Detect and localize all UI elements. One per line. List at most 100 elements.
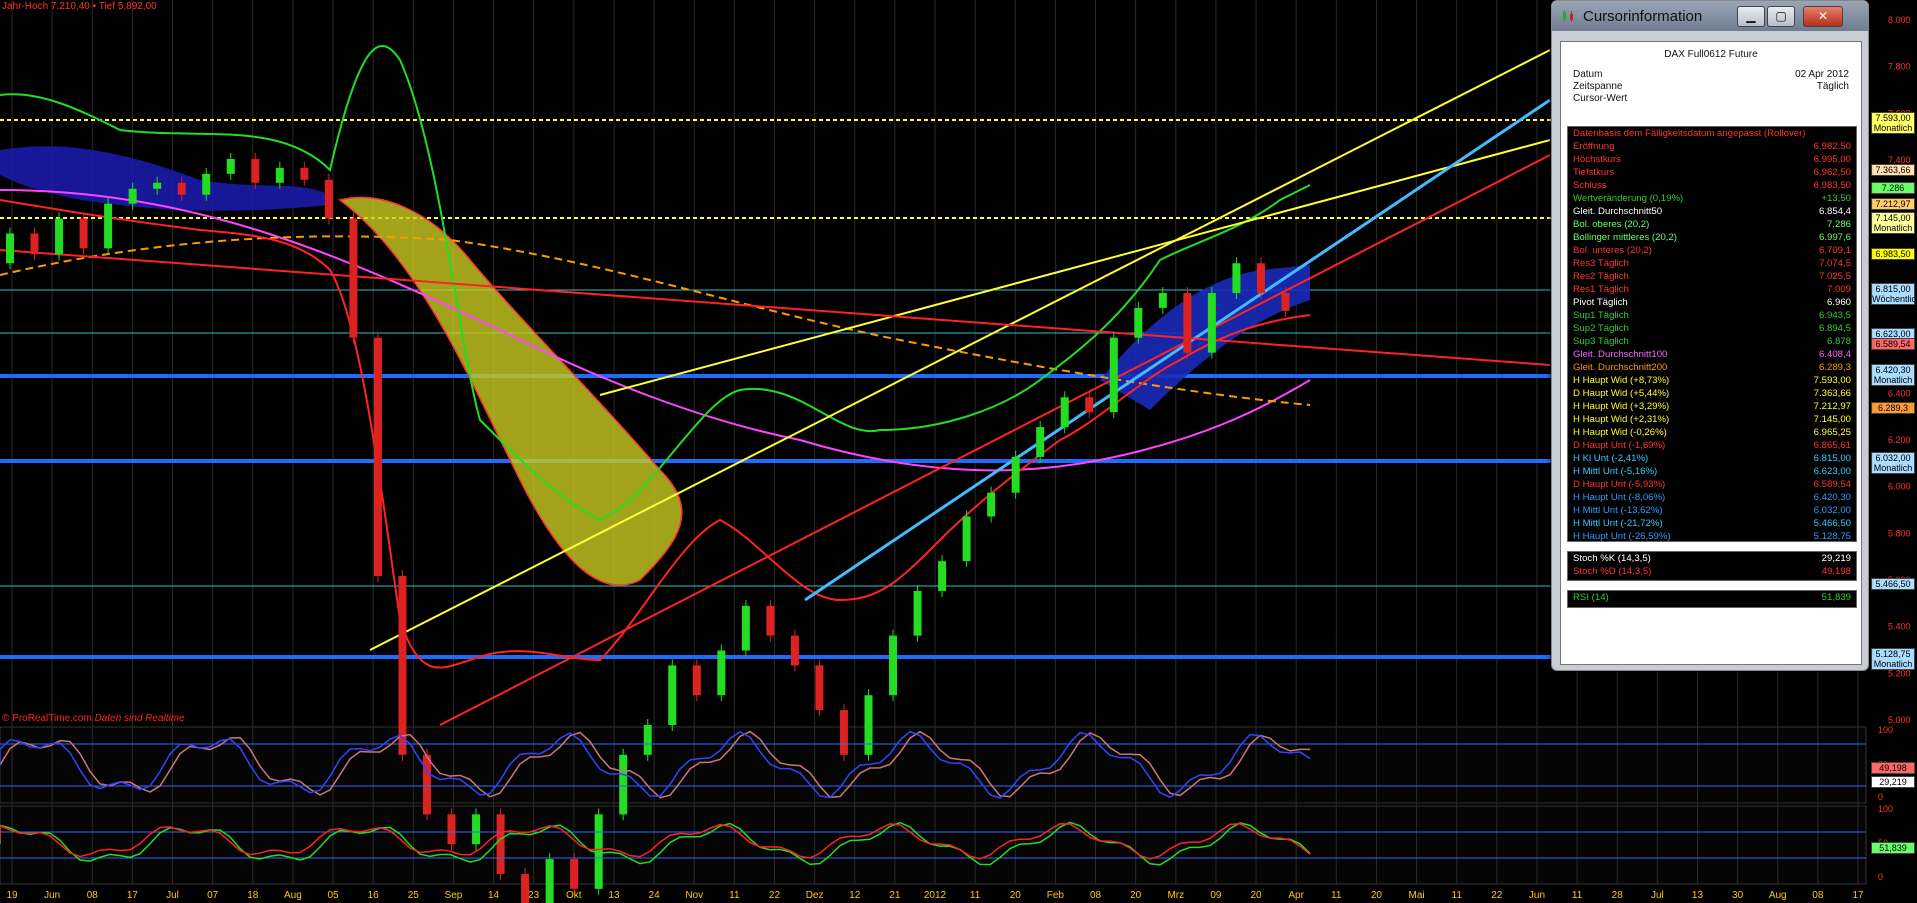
x-tick-label: 20	[1130, 890, 1142, 901]
x-tick-label: 08	[87, 890, 99, 901]
price-tag-period: Wöchentlich	[1872, 294, 1917, 304]
data-label: Eröffnung	[1573, 141, 1615, 152]
data-value: 6.420,30	[1813, 492, 1851, 503]
data-label: H Haupt Unt (-8,06%)	[1573, 492, 1666, 503]
indicator-tick: 0	[1878, 792, 1883, 802]
data-value: 6.589,54	[1813, 479, 1851, 490]
maximize-button[interactable]: ▢	[1767, 6, 1795, 27]
data-value: 6.943,5	[1818, 310, 1851, 321]
candle-body	[1036, 427, 1045, 457]
candle-body	[79, 218, 88, 249]
data-row: Tiefstkurs 6.962,50	[1568, 166, 1856, 179]
data-row: H Haupt Wid (-0,26%) 6.965,25	[1568, 426, 1856, 439]
cursor-info-window[interactable]: Cursorinformation ▁ ▢ ✕ DAX Full0612 Fut…	[1551, 0, 1869, 671]
data-row: Bol. unteres (20,2) 6.709,1	[1568, 244, 1856, 257]
stoch-row: Stoch %K (14,3,5) 29,219	[1568, 552, 1856, 565]
x-tick-label: 07	[207, 890, 219, 901]
data-value: 6.854,4	[1818, 206, 1851, 217]
candle-body	[815, 665, 824, 711]
datum-label: Datum	[1573, 69, 1603, 80]
price-level-tag: 6.032,00 Monatlich	[1871, 452, 1915, 474]
data-row: Sup3 Täglich 6.878	[1568, 335, 1856, 348]
data-row: D Haupt Unt (-1,69%) 6.865,61	[1568, 439, 1856, 452]
x-tick-label: 24	[649, 890, 661, 901]
x-tick-label: 17	[1852, 890, 1864, 901]
data-value: 7.593,00	[1813, 375, 1851, 386]
candle-body	[1134, 307, 1143, 338]
candle-body	[30, 233, 39, 255]
data-label: Res3 Täglich	[1573, 258, 1629, 269]
minimize-button[interactable]: ▁	[1737, 6, 1765, 27]
data-row: D Haupt Wid (+5,44%) 7.363,66	[1568, 387, 1856, 400]
candle-body	[447, 814, 456, 845]
x-tick-label: 11	[1572, 890, 1583, 901]
data-value: 7.025,5	[1818, 271, 1851, 282]
window-titlebar[interactable]: Cursorinformation ▁ ▢ ✕	[1552, 1, 1868, 31]
y-tick-label: 6.200	[1888, 435, 1911, 445]
x-tick-label: 11	[1452, 890, 1463, 901]
x-tick-label: 05	[327, 890, 339, 901]
data-row: Höchstkurs 6.995,00	[1568, 153, 1856, 166]
data-row: H Haupt Unt (-8,06%) 6.420,30	[1568, 491, 1856, 504]
y-tick-label: 5.000	[1888, 715, 1911, 725]
data-value: +13,50	[1821, 193, 1851, 204]
x-tick-label: 22	[769, 890, 781, 901]
data-row: H Mittl Unt (-13,62%) 6.032,00	[1568, 504, 1856, 517]
x-tick-label: Aug	[1769, 890, 1787, 901]
candle-body	[619, 754, 628, 815]
data-label: H Haupt Unt (-26,59%)	[1573, 531, 1671, 542]
data-label: H Haupt Wid (+8,73%)	[1573, 375, 1670, 386]
x-tick-label: 28	[1612, 890, 1624, 901]
stoch-label: Stoch %D (14,3,5)	[1573, 566, 1652, 577]
candle-body	[987, 492, 996, 517]
candle-body	[938, 561, 947, 591]
candle-body	[913, 590, 922, 636]
candle-body	[6, 233, 14, 264]
candle-body	[1183, 293, 1192, 353]
close-button[interactable]: ✕	[1803, 6, 1843, 27]
price-level-tag: 7.212,97	[1871, 198, 1915, 210]
price-level-tag: 5.466,50	[1871, 578, 1915, 590]
indicator-tick: 100	[1878, 804, 1893, 814]
x-tick-label: 19	[6, 890, 18, 901]
data-row: Sup2 Täglich 6.894,5	[1568, 322, 1856, 335]
realtime-watermark: © ProRealTime.com Daten sind Realtime	[2, 713, 185, 724]
price-level-tag: 6.815,00 Wöchentlich	[1871, 283, 1917, 305]
data-label: H Haupt Wid (+2,31%)	[1573, 414, 1670, 425]
y-tick-label: 6.400	[1888, 388, 1911, 398]
x-tick-label: Dez	[806, 890, 824, 901]
price-level-tag: 7.363,66	[1871, 164, 1915, 176]
candle-body	[1085, 397, 1094, 413]
price-tag-period: Monatlich	[1873, 223, 1913, 233]
x-tick-label: 30	[1732, 890, 1744, 901]
x-tick-label: 13	[608, 890, 620, 901]
y-tick-label: 8.000	[1888, 15, 1911, 25]
data-value: 6.865,61	[1813, 440, 1851, 451]
data-row: Wertveränderung (0,19%) +13,50	[1568, 192, 1856, 205]
data-value: 7.363,66	[1813, 388, 1851, 399]
data-value: 6.983,50	[1813, 180, 1851, 191]
datum-value: 02 Apr 2012	[1795, 69, 1849, 80]
stoch-value: 49,198	[1821, 566, 1851, 577]
data-row: Gleit. Durchschnitt200 6.289,3	[1568, 361, 1856, 374]
data-row: H Mittl Unt (-21,72%) 5.466,50	[1568, 517, 1856, 530]
candle-body	[275, 167, 284, 183]
candle-body	[177, 182, 186, 195]
data-label: Tiefstkurs	[1573, 167, 1615, 178]
data-value: 6.997,6	[1818, 232, 1851, 243]
x-tick-label: Feb	[1047, 890, 1065, 901]
x-tick-label: 25	[408, 890, 420, 901]
x-tick-label: 20	[1250, 890, 1262, 901]
x-tick-label: Jun	[1529, 890, 1545, 901]
candle-body	[1232, 263, 1241, 294]
candle-body	[202, 173, 211, 195]
data-value: 6.965,25	[1813, 427, 1851, 438]
data-label: H Mittl Unt (-13,62%)	[1573, 505, 1663, 516]
candle-body	[864, 695, 873, 755]
data-table: Datenbasis dem Fälligkeitsdatum angepass…	[1567, 126, 1857, 542]
data-label: Bollinger mittleres (20,2)	[1573, 232, 1677, 243]
x-tick-label: 17	[127, 890, 139, 901]
candle-body	[1281, 293, 1290, 311]
price-level-tag: 7.286	[1871, 182, 1915, 194]
data-label: D Haupt Wid (+5,44%)	[1573, 388, 1670, 399]
